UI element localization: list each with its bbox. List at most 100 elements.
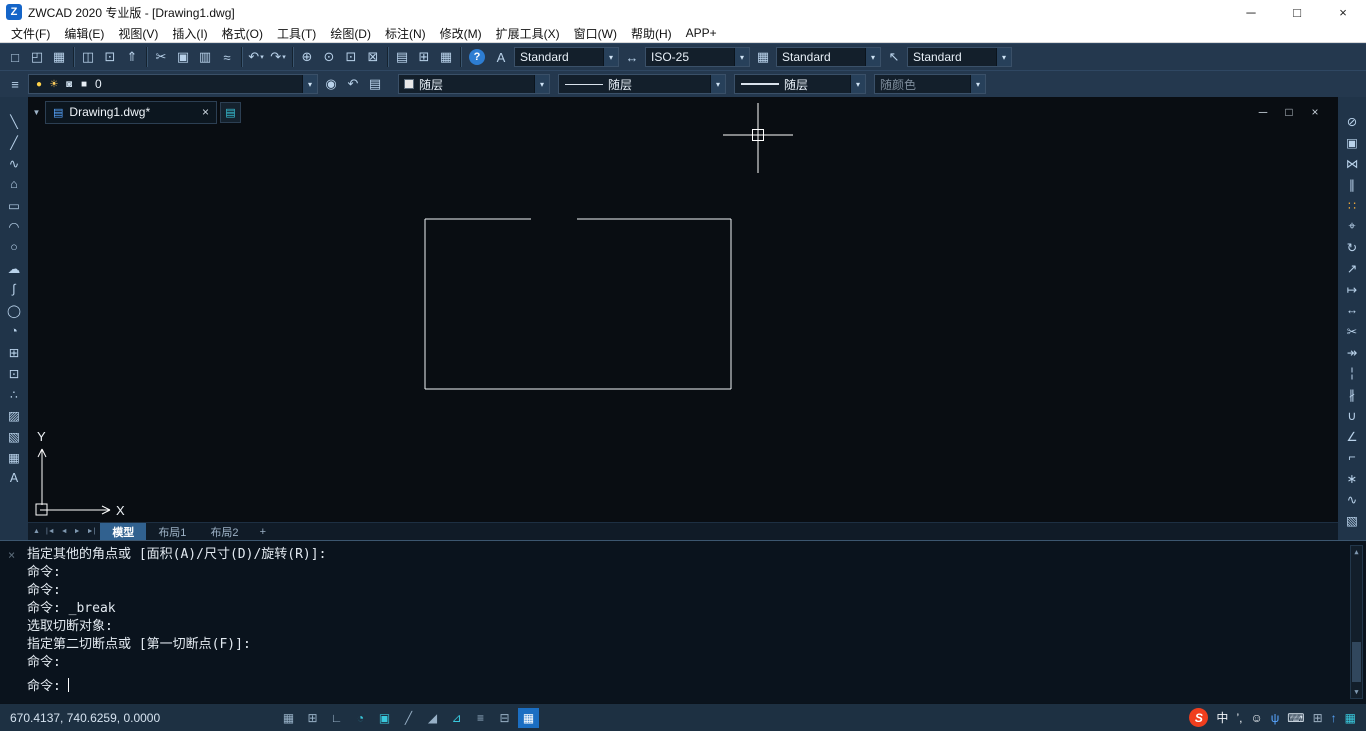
ducs-toggle[interactable]: ◢ xyxy=(422,708,443,728)
table-style-icon[interactable]: ▦ xyxy=(752,46,774,68)
chevron-down-icon[interactable]: ▾ xyxy=(996,48,1011,66)
construction-line-tool[interactable]: ╱ xyxy=(3,132,25,152)
menu-draw[interactable]: 绘图(D) xyxy=(323,25,378,42)
layer-previous-button[interactable]: ↶ xyxy=(342,73,364,95)
osnap-toggle[interactable]: ▣ xyxy=(374,708,395,728)
mdi-minimize-button[interactable]: ─ xyxy=(1256,105,1270,119)
chevron-down-icon[interactable]: ▾ xyxy=(710,75,725,93)
help-button[interactable]: ? xyxy=(469,49,485,65)
layer-lock-icon[interactable]: ◙ xyxy=(63,79,75,90)
layer-manager-button[interactable]: ≡ xyxy=(4,73,26,95)
command-close-icon[interactable]: × xyxy=(8,548,15,562)
zoom-realtime-button[interactable]: ⊙ xyxy=(318,46,340,68)
break-at-point-tool[interactable]: ¦ xyxy=(1341,363,1363,383)
offset-tool[interactable]: ∥ xyxy=(1341,174,1363,194)
dyn-toggle[interactable]: ⊿ xyxy=(446,708,467,728)
annotation-toggle[interactable]: ▦ xyxy=(518,708,539,728)
array-tool[interactable]: ∷ xyxy=(1341,195,1363,215)
otrack-toggle[interactable]: ╱ xyxy=(398,708,419,728)
ellipse-tool[interactable]: ◯ xyxy=(3,300,25,320)
make-block-tool[interactable]: ⊡ xyxy=(3,363,25,383)
preview-button[interactable]: ⊡ xyxy=(99,46,121,68)
plot-button[interactable]: ◫ xyxy=(77,46,99,68)
menu-modify[interactable]: 修改(M) xyxy=(433,25,489,42)
toolpalettes-button[interactable]: ▦ xyxy=(435,46,457,68)
zoom-previous-button[interactable]: ⊠ xyxy=(362,46,384,68)
erase-tool[interactable]: ⊘ xyxy=(1341,111,1363,131)
menu-dimension[interactable]: 标注(N) xyxy=(378,25,433,42)
save-button[interactable]: ▦ xyxy=(48,46,70,68)
punctuation-icon[interactable]: ’, xyxy=(1236,711,1242,725)
fillet-tool[interactable]: ⌐ xyxy=(1341,447,1363,467)
chevron-down-icon[interactable]: ▾ xyxy=(603,48,618,66)
menu-format[interactable]: 格式(O) xyxy=(215,25,270,42)
hatch-tool[interactable]: ▨ xyxy=(3,405,25,425)
chevron-down-icon[interactable]: ▾ xyxy=(970,75,985,93)
new-drawing-tab-button[interactable]: ▤ xyxy=(220,102,241,123)
command-scrollbar[interactable]: ▲ ▼ xyxy=(1350,545,1363,699)
color-combo[interactable]: 随层 ▾ xyxy=(398,74,550,94)
mirror-tool[interactable]: ⋈ xyxy=(1341,153,1363,173)
tab-close-icon[interactable]: × xyxy=(202,105,209,119)
close-button[interactable]: × xyxy=(1320,0,1366,24)
table-style-combo[interactable]: Standard▾ xyxy=(776,47,881,67)
undo-button[interactable]: ↶▾ xyxy=(245,46,267,68)
scroll-down-icon[interactable]: ▼ xyxy=(1351,686,1362,698)
zoom-window-button[interactable]: ⊡ xyxy=(340,46,362,68)
menu-app[interactable]: APP+ xyxy=(679,26,724,40)
layer-combo[interactable]: ●☀◙■ 0 ▾ xyxy=(28,74,318,94)
snap-toggle[interactable]: ▦ xyxy=(278,708,299,728)
chevron-down-icon[interactable]: ▾ xyxy=(282,53,286,61)
plotstyle-combo[interactable]: 随颜色 ▾ xyxy=(874,74,986,94)
rectangle-tool[interactable]: ▭ xyxy=(3,195,25,215)
lineweight-toggle[interactable]: ≡ xyxy=(470,708,491,728)
gradient-tool[interactable]: ▧ xyxy=(3,426,25,446)
scale-tool[interactable]: ↗ xyxy=(1341,258,1363,278)
spline-tool[interactable]: ∫ xyxy=(3,279,25,299)
ortho-toggle[interactable]: ∟ xyxy=(326,708,347,728)
scrollbar-thumb[interactable] xyxy=(1352,642,1361,682)
tab-list-dropdown-icon[interactable]: ▼ xyxy=(31,108,42,117)
copy-tool[interactable]: ▣ xyxy=(1341,132,1363,152)
keyboard-icon[interactable]: ⌨ xyxy=(1287,711,1304,725)
polar-toggle[interactable]: ◔ xyxy=(350,708,371,728)
grid-toggle[interactable]: ⊞ xyxy=(302,708,323,728)
layer-freeze-icon[interactable]: ☀ xyxy=(48,79,60,90)
menu-express[interactable]: 扩展工具(X) xyxy=(489,25,567,42)
sogou-icon[interactable]: S xyxy=(1189,708,1208,727)
tab-layout1[interactable]: 布局1 xyxy=(146,523,198,540)
grid-menu-icon[interactable]: ▦ xyxy=(1345,711,1356,725)
menu-help[interactable]: 帮助(H) xyxy=(624,25,679,42)
move-tool[interactable]: ⌖ xyxy=(1341,216,1363,236)
join-tool[interactable]: ∪ xyxy=(1341,405,1363,425)
layout-first-button[interactable]: |◄ xyxy=(43,528,58,535)
linetype-combo[interactable]: 随层 ▾ xyxy=(558,74,726,94)
polygon-tool[interactable]: ⌂ xyxy=(3,174,25,194)
skin-icon[interactable]: ↑ xyxy=(1331,711,1337,725)
open-button[interactable]: ◰ xyxy=(26,46,48,68)
layer-color-icon[interactable]: ■ xyxy=(78,79,90,90)
chevron-down-icon[interactable]: ▾ xyxy=(260,53,264,61)
copy-button[interactable]: ▣ xyxy=(172,46,194,68)
explode-tool[interactable]: ∗ xyxy=(1341,468,1363,488)
minimize-button[interactable]: ─ xyxy=(1228,0,1274,24)
lang-mode-icon[interactable]: 中 xyxy=(1216,709,1228,726)
document-tab[interactable]: ▤ Drawing1.dwg* × xyxy=(45,101,217,124)
emoji-icon[interactable]: ☺ xyxy=(1250,711,1262,725)
ellipse-arc-tool[interactable]: ◔ xyxy=(3,321,25,341)
text-style-combo[interactable]: Standard▾ xyxy=(514,47,619,67)
menu-view[interactable]: 视图(V) xyxy=(111,25,165,42)
extend-tool[interactable]: ↠ xyxy=(1341,342,1363,362)
dim-style-combo[interactable]: ISO-25▾ xyxy=(645,47,750,67)
stretch-tool[interactable]: ↦ xyxy=(1341,279,1363,299)
designcenter-button[interactable]: ⊞ xyxy=(413,46,435,68)
mdi-restore-button[interactable]: □ xyxy=(1282,105,1296,119)
voice-icon[interactable]: ψ xyxy=(1271,711,1280,725)
command-area[interactable]: × 指定其他的角点或 [面积(A)/尺寸(D)/旋转(R)]:命令:命令:命令:… xyxy=(0,540,1366,703)
lengthen-tool[interactable]: ↔ xyxy=(1341,300,1363,320)
tab-layout2[interactable]: 布局2 xyxy=(198,523,250,540)
publish-button[interactable]: ⇑ xyxy=(121,46,143,68)
scroll-up-icon[interactable]: ▲ xyxy=(1351,546,1362,558)
mleader-style-icon[interactable]: ↖ xyxy=(883,46,905,68)
add-layout-button[interactable]: + xyxy=(251,523,275,540)
